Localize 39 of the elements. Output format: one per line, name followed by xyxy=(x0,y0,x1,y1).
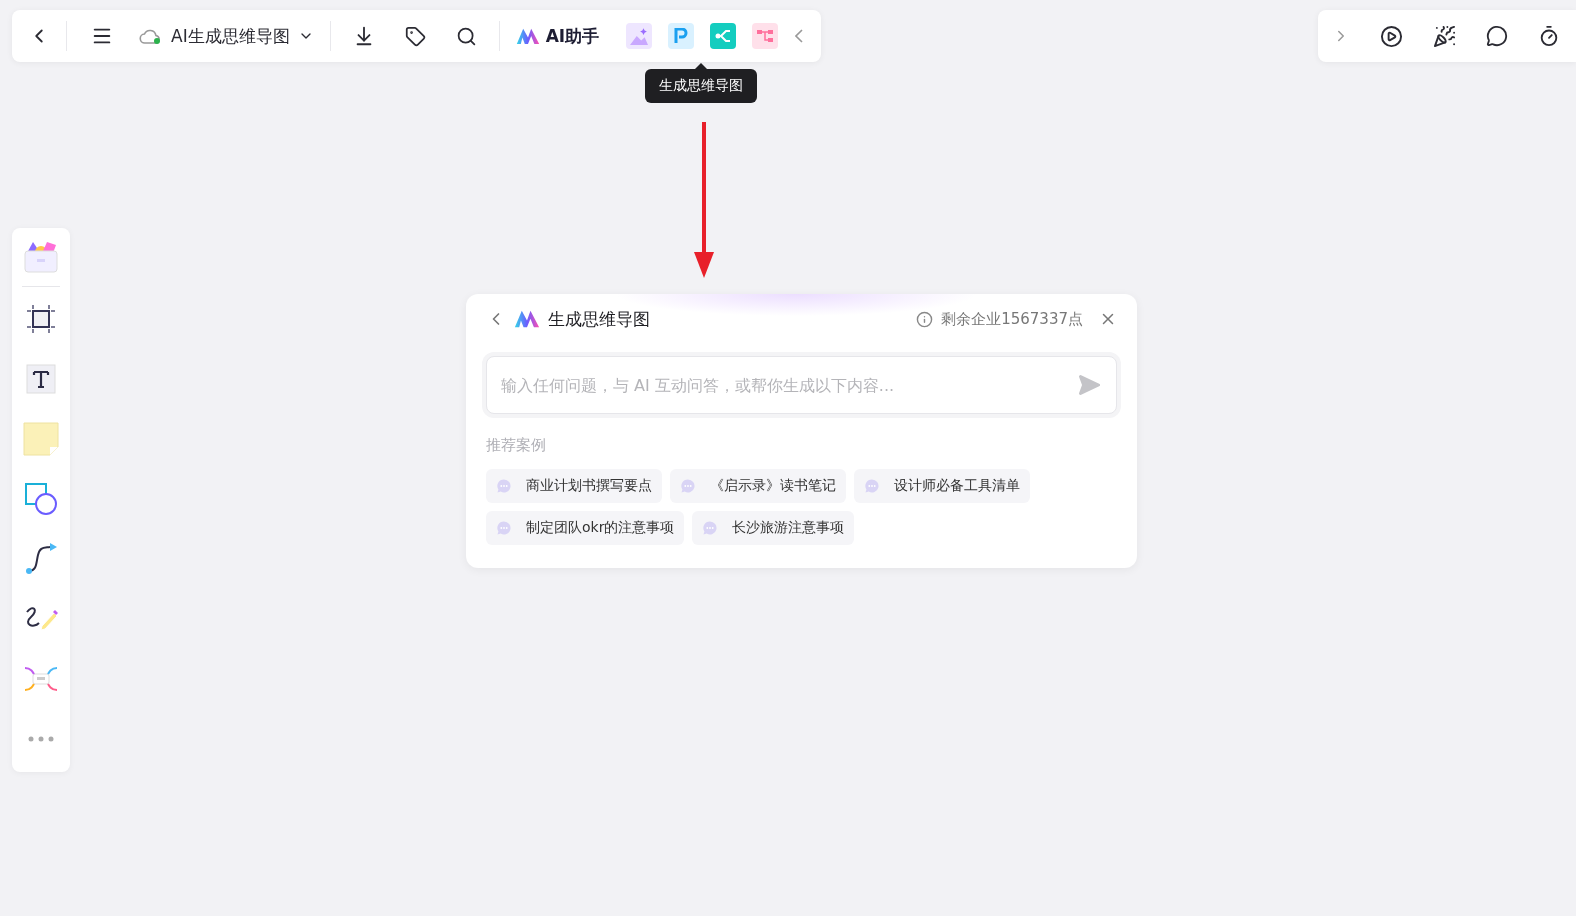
example-chip[interactable]: 长沙旅游注意事项 xyxy=(692,511,855,545)
tooltip: 生成思维导图 xyxy=(645,63,757,103)
cloud-icon xyxy=(139,27,163,45)
text-tool[interactable] xyxy=(23,361,59,397)
party-popper-icon xyxy=(1433,24,1456,48)
dialog-title: 生成思维导图 xyxy=(548,307,651,331)
chat-bubble-icon xyxy=(702,520,719,536)
example-chip[interactable]: 设计师必备工具清单 xyxy=(854,469,1030,503)
example-chip[interactable]: 商业计划书撰写要点 xyxy=(486,469,662,503)
quota-text: 剩余企业1567337点 xyxy=(941,309,1083,329)
info-icon xyxy=(916,310,934,328)
section-label: 推荐案例 xyxy=(486,436,547,455)
send-icon xyxy=(1077,373,1101,397)
chat-bubble-icon xyxy=(496,478,512,494)
image-sparkle-icon xyxy=(630,27,649,45)
tag-icon xyxy=(404,25,426,47)
connector-tool[interactable] xyxy=(23,541,59,577)
speech-bubble-icon xyxy=(1486,25,1508,47)
example-chip[interactable]: 制定团队okr的注意事项 xyxy=(486,511,685,545)
logo-icon xyxy=(515,27,540,45)
chat-bubble-icon xyxy=(864,478,880,494)
timer-icon xyxy=(1538,25,1560,47)
p-letter-icon xyxy=(674,28,689,44)
shape-tool[interactable] xyxy=(23,481,59,517)
document-title-dropdown[interactable]: AI生成思维导图 xyxy=(133,20,320,52)
p-app-button[interactable] xyxy=(668,23,695,49)
chat-bubble-icon xyxy=(496,520,512,536)
mind-map-icon xyxy=(714,29,733,43)
prompt-input-field[interactable]: 输入任何问题，与 AI 互动问答，或帮你生成以下内容... xyxy=(486,356,1117,414)
chevron-left-icon xyxy=(795,29,804,43)
ai-assistant-button[interactable]: AI助手 xyxy=(509,20,606,52)
example-chip[interactable]: 《启示录》读书笔记 xyxy=(670,469,846,503)
search-icon xyxy=(455,25,477,47)
chat-bubble-icon xyxy=(680,478,696,494)
play-icon xyxy=(1380,24,1403,48)
flowchart-button[interactable] xyxy=(752,23,779,49)
logo-icon xyxy=(514,309,540,329)
more-dots-icon xyxy=(28,736,54,742)
flowchart-icon xyxy=(756,28,775,44)
